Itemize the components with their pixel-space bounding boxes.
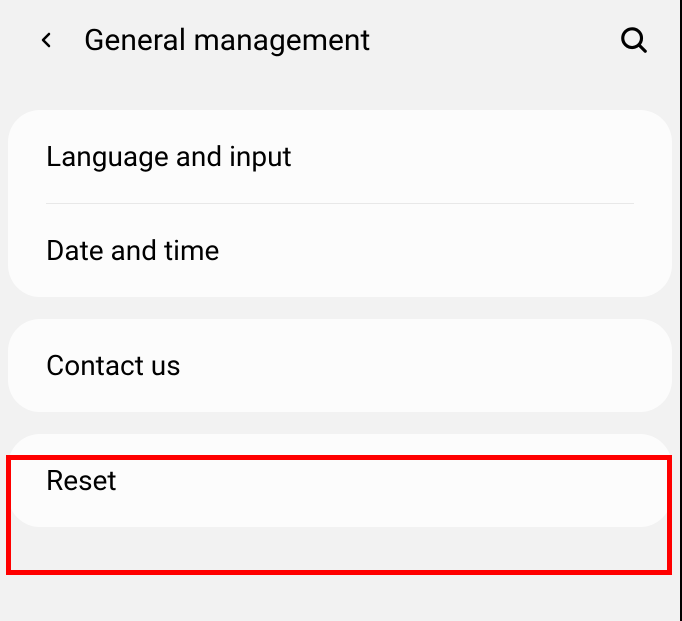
list-item-language-and-input[interactable]: Language and input bbox=[8, 110, 672, 203]
list-item-label: Reset bbox=[46, 464, 117, 497]
list-item-label: Contact us bbox=[46, 349, 181, 382]
settings-group-2: Contact us bbox=[8, 319, 672, 412]
settings-group-3: Reset bbox=[8, 434, 672, 527]
list-item-label: Date and time bbox=[46, 234, 219, 267]
list-item-reset[interactable]: Reset bbox=[8, 434, 672, 527]
list-item-label: Language and input bbox=[46, 140, 292, 173]
search-icon bbox=[619, 25, 649, 55]
list-item-date-and-time[interactable]: Date and time bbox=[8, 204, 672, 297]
content: Language and input Date and time Contact… bbox=[0, 110, 680, 527]
header: General management bbox=[0, 0, 680, 80]
chevron-left-icon bbox=[34, 28, 58, 52]
settings-group-1: Language and input Date and time bbox=[8, 110, 672, 297]
list-item-contact-us[interactable]: Contact us bbox=[8, 319, 672, 412]
page-title: General management bbox=[84, 23, 612, 58]
search-button[interactable] bbox=[612, 18, 656, 62]
back-button[interactable] bbox=[24, 18, 68, 62]
